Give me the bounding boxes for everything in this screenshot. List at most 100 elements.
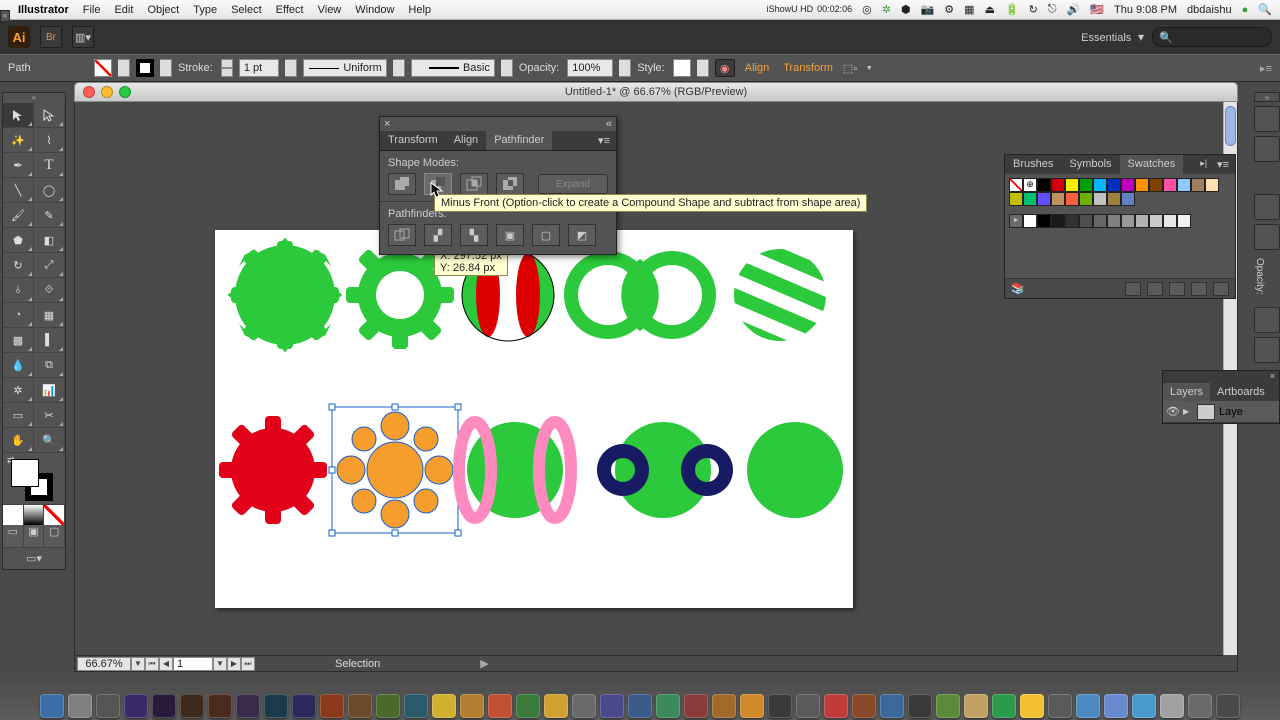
pen-tool[interactable]: ✒ xyxy=(3,153,34,178)
dock-app-icon[interactable] xyxy=(96,694,120,718)
tray-volume-icon[interactable]: 🔊 xyxy=(1067,3,1081,16)
panel-collapse-icon[interactable]: « xyxy=(606,118,612,130)
swatch-color[interactable] xyxy=(1093,192,1107,206)
new-color-group-icon[interactable] xyxy=(1169,282,1185,296)
dock-app-icon[interactable] xyxy=(236,694,260,718)
dock-app-icon[interactable] xyxy=(712,694,736,718)
dock-app-icon[interactable] xyxy=(488,694,512,718)
dock-app-icon[interactable] xyxy=(684,694,708,718)
swatch-group-icon[interactable]: ▸ xyxy=(1009,214,1023,228)
opacity-dropdown[interactable]: ▼ xyxy=(619,59,631,77)
tray-cloud-icon[interactable]: ⬢ xyxy=(901,3,911,16)
swatch-gray[interactable] xyxy=(1079,214,1093,228)
tab-transform[interactable]: Transform xyxy=(380,131,446,150)
tray-battery-icon[interactable]: 🔋 xyxy=(1005,3,1019,16)
window-zoom-icon[interactable] xyxy=(119,86,131,98)
align-panel-link[interactable]: Align xyxy=(741,62,773,74)
dock-app-icon[interactable] xyxy=(544,694,568,718)
dock-app-icon[interactable] xyxy=(796,694,820,718)
dock-app-icon[interactable] xyxy=(1188,694,1212,718)
dock-app-icon[interactable] xyxy=(40,694,64,718)
swatch-color[interactable] xyxy=(1163,178,1177,192)
dock-app-icon[interactable] xyxy=(1104,694,1128,718)
blob-brush-tool[interactable]: ⬟ xyxy=(3,228,34,253)
gradient-tool[interactable]: ▌ xyxy=(34,328,65,353)
zoom-field[interactable]: 66.67% xyxy=(77,657,131,671)
fill-dropdown[interactable]: ▼ xyxy=(118,59,130,77)
menu-object[interactable]: Object xyxy=(147,4,179,16)
rectangle-tool[interactable]: ◯ xyxy=(34,178,65,203)
spotlight-icon[interactable]: 🔍 xyxy=(1258,3,1272,16)
tray-disk-icon[interactable]: ⏏ xyxy=(985,3,995,16)
swatch-color[interactable] xyxy=(1121,192,1135,206)
swatch-gray[interactable] xyxy=(1051,214,1065,228)
width-tool[interactable]: ⫰ xyxy=(3,278,34,303)
swatch-color[interactable] xyxy=(1149,178,1163,192)
eyedropper-tool[interactable]: 💧 xyxy=(3,353,34,378)
dock-app-icon[interactable] xyxy=(852,694,876,718)
expand-button[interactable]: Expand xyxy=(538,174,608,194)
isolate-icon[interactable]: ⬚▫ xyxy=(843,62,857,75)
unite-button[interactable] xyxy=(388,173,416,195)
dock-app-icon[interactable] xyxy=(1076,694,1100,718)
stroke-dropdown[interactable]: ▼ xyxy=(160,59,172,77)
right-dock-collapse-icon[interactable]: » xyxy=(1254,92,1280,102)
swatch-color[interactable] xyxy=(1079,192,1093,206)
panel-menu-icon[interactable]: ▾≡ xyxy=(592,131,616,150)
dock-app-icon[interactable] xyxy=(880,694,904,718)
swatch-color[interactable] xyxy=(1037,178,1051,192)
swatch-gray[interactable] xyxy=(1149,214,1163,228)
stroke-weight-field[interactable]: 1 pt xyxy=(239,59,279,77)
dock-app-icon[interactable] xyxy=(516,694,540,718)
transform-panel-link[interactable]: Transform xyxy=(779,62,837,74)
twirl-icon[interactable]: ▶ xyxy=(1183,407,1197,416)
app-menu[interactable]: Illustrator xyxy=(18,4,69,16)
layers-close-icon[interactable]: × xyxy=(1163,371,1279,383)
dock-app-icon[interactable] xyxy=(180,694,204,718)
tray-ring-icon[interactable]: ◎ xyxy=(862,3,872,16)
eraser-tool[interactable]: ◧ xyxy=(34,228,65,253)
style-dropdown[interactable]: ▼ xyxy=(697,59,709,77)
slice-tool[interactable]: ✂ xyxy=(34,403,65,428)
selection-tool[interactable] xyxy=(3,103,34,128)
zoom-tool[interactable]: 🔍 xyxy=(34,428,65,453)
dock-app-icon[interactable] xyxy=(656,694,680,718)
menubar-clock[interactable]: Thu 9:08 PM xyxy=(1114,4,1177,16)
crop-button[interactable]: ▣ xyxy=(496,224,524,246)
swatch-color[interactable] xyxy=(1065,192,1079,206)
swatch-gray[interactable] xyxy=(1023,214,1037,228)
last-artboard-button[interactable]: ⏭ xyxy=(241,657,255,671)
fill-color-icon[interactable] xyxy=(11,459,39,487)
swatch-grays[interactable]: ▸ xyxy=(1005,210,1235,232)
swatch-registration[interactable]: ⊕ xyxy=(1023,178,1037,192)
next-artboard-button[interactable]: ▶ xyxy=(227,657,241,671)
menu-help[interactable]: Help xyxy=(408,4,431,16)
fill-stroke-control[interactable]: ⇄ xyxy=(3,453,65,505)
tab-swatches[interactable]: Swatches xyxy=(1120,155,1184,174)
window-close-icon[interactable] xyxy=(83,86,95,98)
dock-app-icon[interactable] xyxy=(1132,694,1156,718)
swatch-color[interactable] xyxy=(1051,178,1065,192)
dock-app-icon[interactable] xyxy=(824,694,848,718)
dock-app-icon[interactable] xyxy=(152,694,176,718)
tray-timemachine-icon[interactable]: ↻ xyxy=(1029,3,1038,16)
artboard[interactable] xyxy=(215,230,853,608)
profile-dropdown[interactable]: ▼ xyxy=(393,59,405,77)
help-search-input[interactable]: 🔍 xyxy=(1152,27,1272,47)
dock-app-icon[interactable] xyxy=(68,694,92,718)
scale-tool[interactable]: ⤢ xyxy=(34,253,65,278)
menu-view[interactable]: View xyxy=(318,4,342,16)
dock-app-icon[interactable] xyxy=(964,694,988,718)
prev-artboard-button[interactable]: ◀ xyxy=(159,657,173,671)
recolor-icon[interactable]: ◉ xyxy=(715,59,735,77)
dock-app-icon[interactable] xyxy=(292,694,316,718)
swatch-color[interactable] xyxy=(1023,192,1037,206)
document-titlebar[interactable]: Untitled-1* @ 66.67% (RGB/Preview) xyxy=(74,82,1238,102)
swatch-gray[interactable] xyxy=(1107,214,1121,228)
tray-grid-icon[interactable]: ▦ xyxy=(964,3,974,16)
brush-dropdown[interactable]: ▼ xyxy=(501,59,513,77)
divide-button[interactable] xyxy=(388,224,416,246)
type-tool[interactable]: T xyxy=(34,153,65,178)
dock-app-icon[interactable] xyxy=(1216,694,1240,718)
blend-tool[interactable]: ⧉ xyxy=(34,353,65,378)
